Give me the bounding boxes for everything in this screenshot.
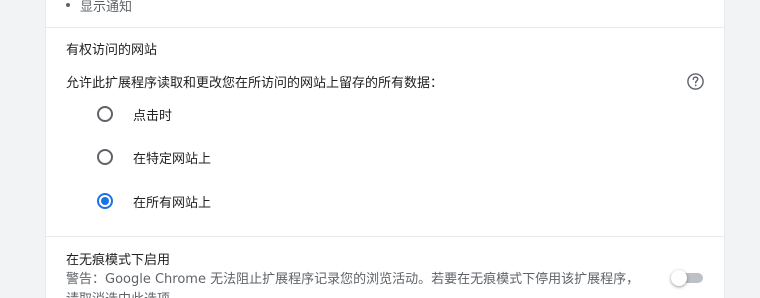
extension-details-card: 显示通知 有权访问的网站 允许此扩展程序读取和更改您在所访问的网站上留存的所有数… (45, 0, 725, 298)
radio-label: 点击时 (133, 109, 173, 124)
notification-permission-item: 显示通知 (66, 0, 132, 15)
toggle-knob (671, 270, 687, 286)
radio-unchecked-icon[interactable] (96, 148, 114, 166)
radio-label: 在特定网站上 (133, 152, 212, 167)
incognito-toggle[interactable] (671, 270, 705, 286)
bullet-icon (66, 3, 70, 7)
radio-label: 在所有网站上 (133, 196, 212, 211)
radio-checked-icon[interactable] (96, 192, 114, 210)
radio-on-click[interactable]: 点击时 (96, 103, 172, 125)
radio-unchecked-icon[interactable] (96, 105, 114, 123)
help-circle-icon[interactable] (686, 72, 705, 91)
site-access-title: 有权访问的网站 (66, 43, 158, 58)
radio-on-specific-sites[interactable]: 在特定网站上 (96, 146, 211, 168)
site-access-description: 允许此扩展程序读取和更改您在所访问的网站上留存的所有数据： (66, 76, 444, 91)
divider (46, 27, 724, 28)
permission-label: 显示通知 (80, 0, 133, 15)
incognito-title: 在无痕模式下启用 (66, 253, 171, 268)
divider (46, 236, 724, 237)
incognito-warning: 警告：Google Chrome 无法阻止扩展程序记录您的浏览活动。若要在无痕模… (66, 272, 640, 298)
radio-on-all-sites[interactable]: 在所有网站上 (96, 190, 211, 212)
